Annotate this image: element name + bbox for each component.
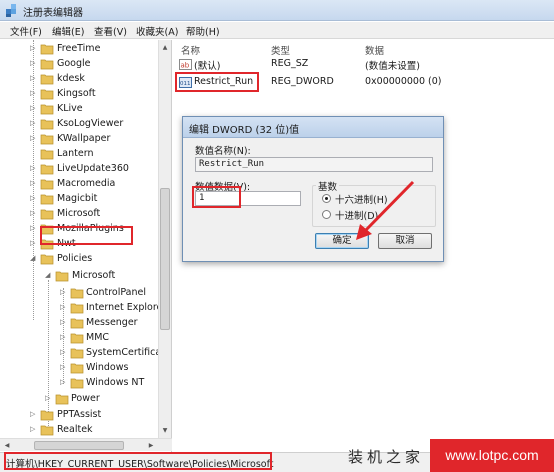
folder-icon <box>40 44 54 55</box>
menu-bar: 文件(F) 编辑(E) 查看(V) 收藏夹(A) 帮助(H) <box>0 22 554 39</box>
hex-radio[interactable] <box>322 194 331 203</box>
folder-icon <box>70 363 84 374</box>
value-row-default[interactable]: ab (默认) REG_SZ (数值未设置) <box>179 57 549 73</box>
folder-icon <box>70 318 84 329</box>
folder-icon <box>70 348 84 359</box>
folder-icon <box>40 194 54 205</box>
folder-icon <box>40 425 54 436</box>
value-name-field: Restrict_Run <box>195 157 433 172</box>
string-value-icon: ab <box>179 59 192 70</box>
registry-tree[interactable]: ▷ FreeTime ▷ Google ▷ kdesk ▷ Kingsoft ▷… <box>0 40 172 452</box>
title-bar: 注册表编辑器 <box>0 0 554 21</box>
menu-help[interactable]: 帮助(H) <box>186 24 220 38</box>
folder-icon <box>40 74 54 85</box>
scroll-up-icon[interactable]: ▲ <box>160 42 170 53</box>
folder-icon <box>70 333 84 344</box>
decimal-label[interactable]: 十进制(D) <box>335 208 378 222</box>
folder-open-icon <box>40 254 54 265</box>
value-data-highlight <box>192 186 241 208</box>
base-label: 基数 <box>316 179 340 193</box>
path-highlight <box>4 452 272 470</box>
tree-vertical-scrollbar[interactable]: ▲ ▼ <box>158 40 171 438</box>
folder-icon <box>40 134 54 145</box>
menu-favorites[interactable]: 收藏夹(A) <box>136 24 178 38</box>
folder-icon <box>40 209 54 220</box>
dialog-title: 编辑 DWORD (32 位)值 <box>189 125 300 136</box>
menu-edit[interactable]: 编辑(E) <box>52 24 84 38</box>
decimal-radio[interactable] <box>322 210 331 219</box>
scroll-right-icon[interactable]: ▶ <box>146 440 156 451</box>
column-name[interactable]: 名称 <box>181 43 200 57</box>
dialog-title-bar: 编辑 DWORD (32 位)值 <box>183 117 443 138</box>
folder-open-icon <box>55 271 69 282</box>
folder-icon <box>40 89 54 100</box>
site-watermark: 装机之家 www.lotpc.com <box>318 438 554 472</box>
value-name-label: 数值名称(N): <box>195 146 251 157</box>
scroll-left-icon[interactable]: ◀ <box>2 440 12 451</box>
restrict-run-highlight <box>175 72 259 92</box>
folder-icon <box>40 149 54 160</box>
hex-label[interactable]: 十六进制(H) <box>335 192 388 206</box>
watermark-url: www.lotpc.com <box>430 439 554 472</box>
cancel-button[interactable]: 取消 <box>378 233 432 249</box>
scroll-thumb-horizontal[interactable] <box>34 441 124 450</box>
registry-editor-icon <box>6 4 16 17</box>
menu-view[interactable]: 查看(V) <box>94 24 127 38</box>
folder-icon <box>40 164 54 175</box>
ok-button[interactable]: 确定 <box>315 233 369 249</box>
folder-icon <box>70 378 84 389</box>
watermark-brand: 装机之家 <box>348 448 425 466</box>
folder-icon <box>40 59 54 70</box>
menu-file[interactable]: 文件(F) <box>10 24 42 38</box>
scroll-down-icon[interactable]: ▼ <box>160 425 170 436</box>
folder-icon <box>70 288 84 299</box>
folder-icon <box>40 410 54 421</box>
scroll-thumb[interactable] <box>160 188 170 330</box>
column-data[interactable]: 数据 <box>365 43 384 57</box>
folder-icon <box>70 303 84 314</box>
folder-icon <box>40 119 54 130</box>
column-type[interactable]: 类型 <box>271 43 290 57</box>
folder-icon <box>40 179 54 190</box>
window-title: 注册表编辑器 <box>23 8 83 19</box>
selected-key-highlight <box>40 226 133 245</box>
tree-horizontal-scrollbar[interactable]: ◀ ▶ <box>0 438 172 451</box>
svg-text:ab: ab <box>181 62 190 70</box>
folder-icon <box>55 394 69 405</box>
folder-icon <box>40 104 54 115</box>
